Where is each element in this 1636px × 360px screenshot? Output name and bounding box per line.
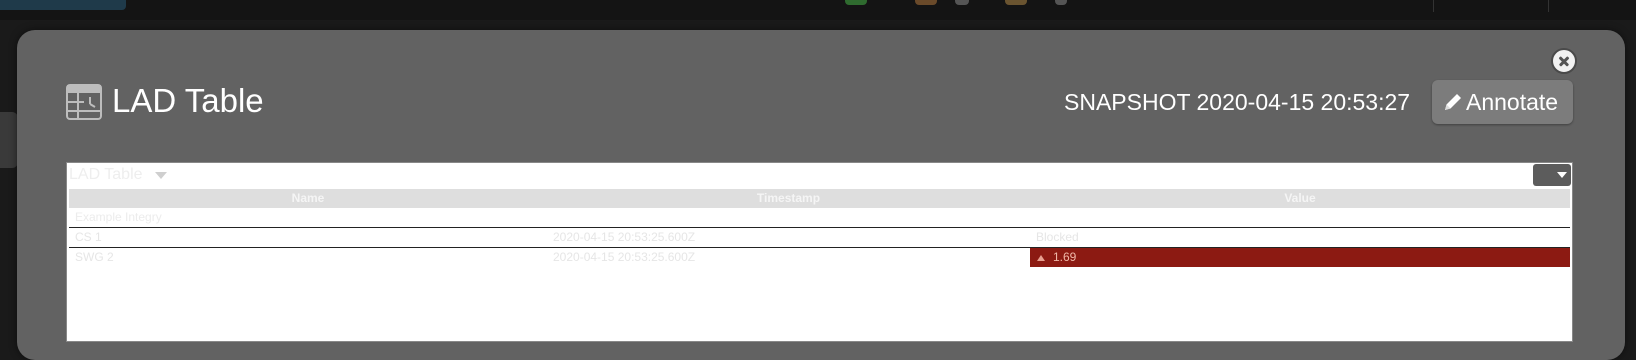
close-modal-button[interactable] xyxy=(1551,48,1577,74)
annotate-button[interactable]: Annotate xyxy=(1432,80,1573,124)
modal-title: LAD Table xyxy=(112,82,264,119)
table-header: Name Timestamp Value xyxy=(69,189,1570,208)
panel-menu-button[interactable] xyxy=(1533,164,1571,186)
lad-table-panel: LAD Table Name Timestamp Value Example I… xyxy=(66,162,1573,342)
panel-title-dropdown-icon[interactable] xyxy=(155,172,167,179)
background-side-button xyxy=(0,112,18,168)
row-timestamp: 2020-04-15 20:53:25.600Z xyxy=(553,230,696,244)
pencil-icon xyxy=(1445,94,1461,110)
table-row[interactable]: SWG 2 2020-04-15 20:53:25.600Z 1.69 xyxy=(69,248,1570,267)
background-toolbar-icons xyxy=(845,0,1075,6)
annotate-button-label: Annotate xyxy=(1466,88,1559,115)
panel-title[interactable]: LAD Table xyxy=(69,165,143,185)
background-separator xyxy=(1433,0,1434,12)
row-value: 1.69 xyxy=(1053,250,1077,264)
table-clock-icon xyxy=(66,84,102,120)
table-row[interactable]: CS 1 2020-04-15 20:53:25.600Z Blocked xyxy=(69,228,1570,247)
row-name: CS 1 xyxy=(75,230,102,244)
background-top-button xyxy=(0,0,126,10)
alarm-up-arrow-icon xyxy=(1037,254,1045,261)
row-timestamp: 2020-04-15 20:53:25.600Z xyxy=(553,250,696,264)
group-name: Example Integry xyxy=(75,210,162,224)
snapshot-timestamp: SNAPSHOT 2020-04-15 20:53:27 xyxy=(1064,89,1411,115)
background-top-bar xyxy=(0,0,1636,20)
column-header-timestamp[interactable]: Timestamp xyxy=(547,189,1030,208)
row-value: Blocked xyxy=(1036,230,1079,244)
column-header-name[interactable]: Name xyxy=(69,189,547,208)
table-group-row[interactable]: Example Integry xyxy=(69,208,1570,227)
background-separator xyxy=(1548,0,1549,12)
row-value-alarm: 1.69 xyxy=(1030,248,1570,267)
column-header-value[interactable]: Value xyxy=(1030,189,1570,208)
row-name: SWG 2 xyxy=(75,250,114,264)
